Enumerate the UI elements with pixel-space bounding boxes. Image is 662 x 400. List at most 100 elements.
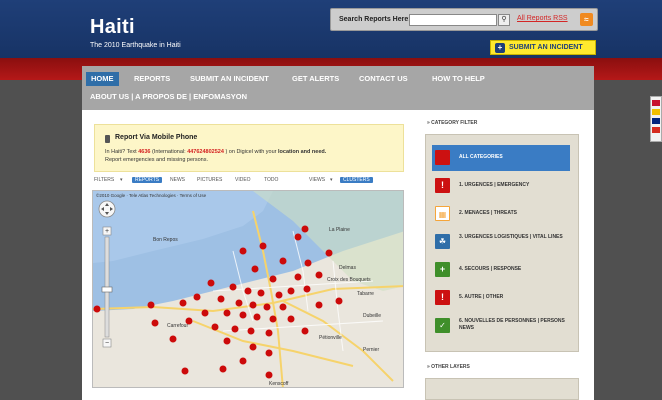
incident-marker[interactable]	[247, 327, 255, 335]
nav-get-alerts[interactable]: GET ALERTS	[292, 72, 339, 86]
filter-todo[interactable]: TODO	[264, 177, 278, 183]
category-response[interactable]: + 4. SECOURS | RESPONSE	[432, 257, 570, 283]
incident-marker[interactable]	[325, 249, 333, 257]
category-all[interactable]: ALL CATEGORIES	[432, 145, 570, 171]
rss-link[interactable]: All Reports RSS	[517, 15, 568, 22]
incident-marker[interactable]	[303, 285, 311, 293]
chevron-down-icon[interactable]: ▾	[330, 177, 333, 183]
incident-marker[interactable]	[211, 323, 219, 331]
incident-marker[interactable]	[269, 275, 277, 283]
submit-incident-button[interactable]: + SUBMIT AN INCIDENT	[490, 40, 596, 55]
submit-incident-label: SUBMIT AN INCIDENT	[509, 44, 583, 51]
incident-marker[interactable]	[251, 265, 259, 273]
incident-marker[interactable]	[219, 365, 227, 373]
incident-marker[interactable]	[223, 337, 231, 345]
incident-marker[interactable]	[301, 225, 309, 233]
incident-marker[interactable]	[239, 357, 247, 365]
other-layers-label: OTHER LAYERS	[431, 364, 470, 370]
nav-how-to-help[interactable]: HOW TO HELP	[432, 72, 485, 86]
rss-icon[interactable]: ≈	[580, 13, 593, 26]
incident-marker[interactable]	[301, 327, 309, 335]
intl-number: 447624802524	[187, 149, 224, 155]
mobile-text-bold: location and need.	[278, 149, 327, 155]
nav-submit-incident[interactable]: SUBMIT AN INCIDENT	[190, 72, 269, 86]
place-label: Pétionville	[319, 335, 342, 341]
incident-marker[interactable]	[315, 271, 323, 279]
search-button[interactable]: ⚲	[498, 14, 510, 26]
filter-news[interactable]: NEWS	[170, 177, 185, 183]
nav-about-us[interactable]: ABOUT US | A PROPOS DE | ENFOMASYON	[90, 90, 247, 104]
incident-marker[interactable]	[257, 289, 265, 297]
incident-marker[interactable]	[239, 247, 247, 255]
incident-marker[interactable]	[223, 309, 231, 317]
incident-marker[interactable]	[287, 287, 295, 295]
flag-icon[interactable]	[652, 100, 660, 106]
category-other[interactable]: ! 5. AUTRE | OTHER	[432, 285, 570, 311]
site-title[interactable]: Haiti	[90, 16, 135, 39]
filter-reports[interactable]: REPORTS	[132, 177, 163, 183]
nav-home[interactable]: HOME	[86, 72, 119, 86]
incident-marker[interactable]	[181, 367, 189, 375]
category-vital-lines[interactable]: ☘ 3. URGENCES LOGISTIQUES | VITAL LINES	[432, 229, 570, 255]
incident-marker[interactable]	[287, 315, 295, 323]
nav-reports[interactable]: REPORTS	[134, 72, 170, 86]
incident-marker[interactable]	[235, 299, 243, 307]
incident-marker[interactable]	[217, 295, 225, 303]
category-filter-heading: » CATEGORY FILTER	[427, 120, 478, 126]
search-box: Search Reports Here: ⚲ All Reports RSS ≈	[330, 8, 598, 31]
incident-marker[interactable]	[239, 311, 247, 319]
category-panel: ALL CATEGORIES ! 1. URGENCES | EMERGENCY…	[425, 134, 579, 352]
incident-marker[interactable]	[335, 297, 343, 305]
incident-marker[interactable]	[193, 293, 201, 301]
incident-marker[interactable]	[169, 335, 177, 343]
flag-icon[interactable]	[652, 109, 660, 115]
incident-marker[interactable]	[265, 329, 273, 337]
flag-icon[interactable]	[652, 118, 660, 124]
mobile-instructions: In Haiti? Text 4636 (International: 4476…	[105, 149, 326, 155]
incident-marker[interactable]	[275, 291, 283, 299]
incident-marker[interactable]	[279, 303, 287, 311]
view-clusters[interactable]: CLUSTERS	[340, 177, 373, 183]
incident-marker[interactable]	[244, 287, 252, 295]
filter-pictures[interactable]: PICTURES	[197, 177, 222, 183]
search-input[interactable]	[409, 14, 497, 26]
nav-contact-us[interactable]: CONTACT US	[359, 72, 408, 86]
flag-icon[interactable]	[652, 127, 660, 133]
incident-marker[interactable]	[259, 242, 267, 250]
incident-marker[interactable]	[151, 319, 159, 327]
incident-marker[interactable]	[269, 315, 277, 323]
incident-marker[interactable]	[315, 301, 323, 309]
map-graphic[interactable]: Bon Repos Croix des Bouquets Delmas Carr…	[93, 191, 404, 388]
place-label: Kenscoff	[269, 381, 289, 387]
incident-marker[interactable]	[265, 371, 273, 379]
other-layers-panel	[425, 378, 579, 400]
square-icon	[435, 150, 450, 165]
incident-marker[interactable]	[207, 279, 215, 287]
incident-marker[interactable]	[249, 343, 257, 351]
category-persons-news[interactable]: ✓ 6. NOUVELLES DE PERSONNES | PERSONS NE…	[432, 313, 570, 339]
incident-marker[interactable]	[279, 257, 287, 265]
incident-marker[interactable]	[263, 303, 271, 311]
incident-marker[interactable]	[201, 309, 209, 317]
incident-marker[interactable]	[253, 313, 261, 321]
incident-marker[interactable]	[179, 299, 187, 307]
language-flags[interactable]	[650, 96, 662, 142]
incident-marker[interactable]	[147, 301, 155, 309]
filter-video[interactable]: VIDEO	[235, 177, 251, 183]
incident-marker[interactable]	[304, 259, 312, 267]
incident-marker[interactable]	[93, 305, 101, 313]
category-emergency[interactable]: ! 1. URGENCES | EMERGENCY	[432, 173, 570, 199]
incident-marker[interactable]	[229, 283, 237, 291]
chevron-down-icon[interactable]: ▾	[120, 177, 123, 183]
incident-marker[interactable]	[249, 301, 257, 309]
incident-marker[interactable]	[231, 325, 239, 333]
map-pan-control[interactable]	[98, 200, 116, 218]
incident-marker[interactable]	[265, 349, 273, 357]
main-nav: HOME REPORTS SUBMIT AN INCIDENT GET ALER…	[82, 66, 594, 110]
incident-marker[interactable]	[294, 273, 302, 281]
map-attribution[interactable]: ©2010 Google · Tele Atlas Technologies ·…	[96, 192, 207, 198]
category-threats[interactable]: ▦ 2. MENACES | THREATS	[432, 201, 570, 227]
svg-text:+: +	[105, 228, 109, 235]
incident-map[interactable]: Bon Repos Croix des Bouquets Delmas Carr…	[92, 190, 404, 388]
incident-marker[interactable]	[294, 233, 302, 241]
